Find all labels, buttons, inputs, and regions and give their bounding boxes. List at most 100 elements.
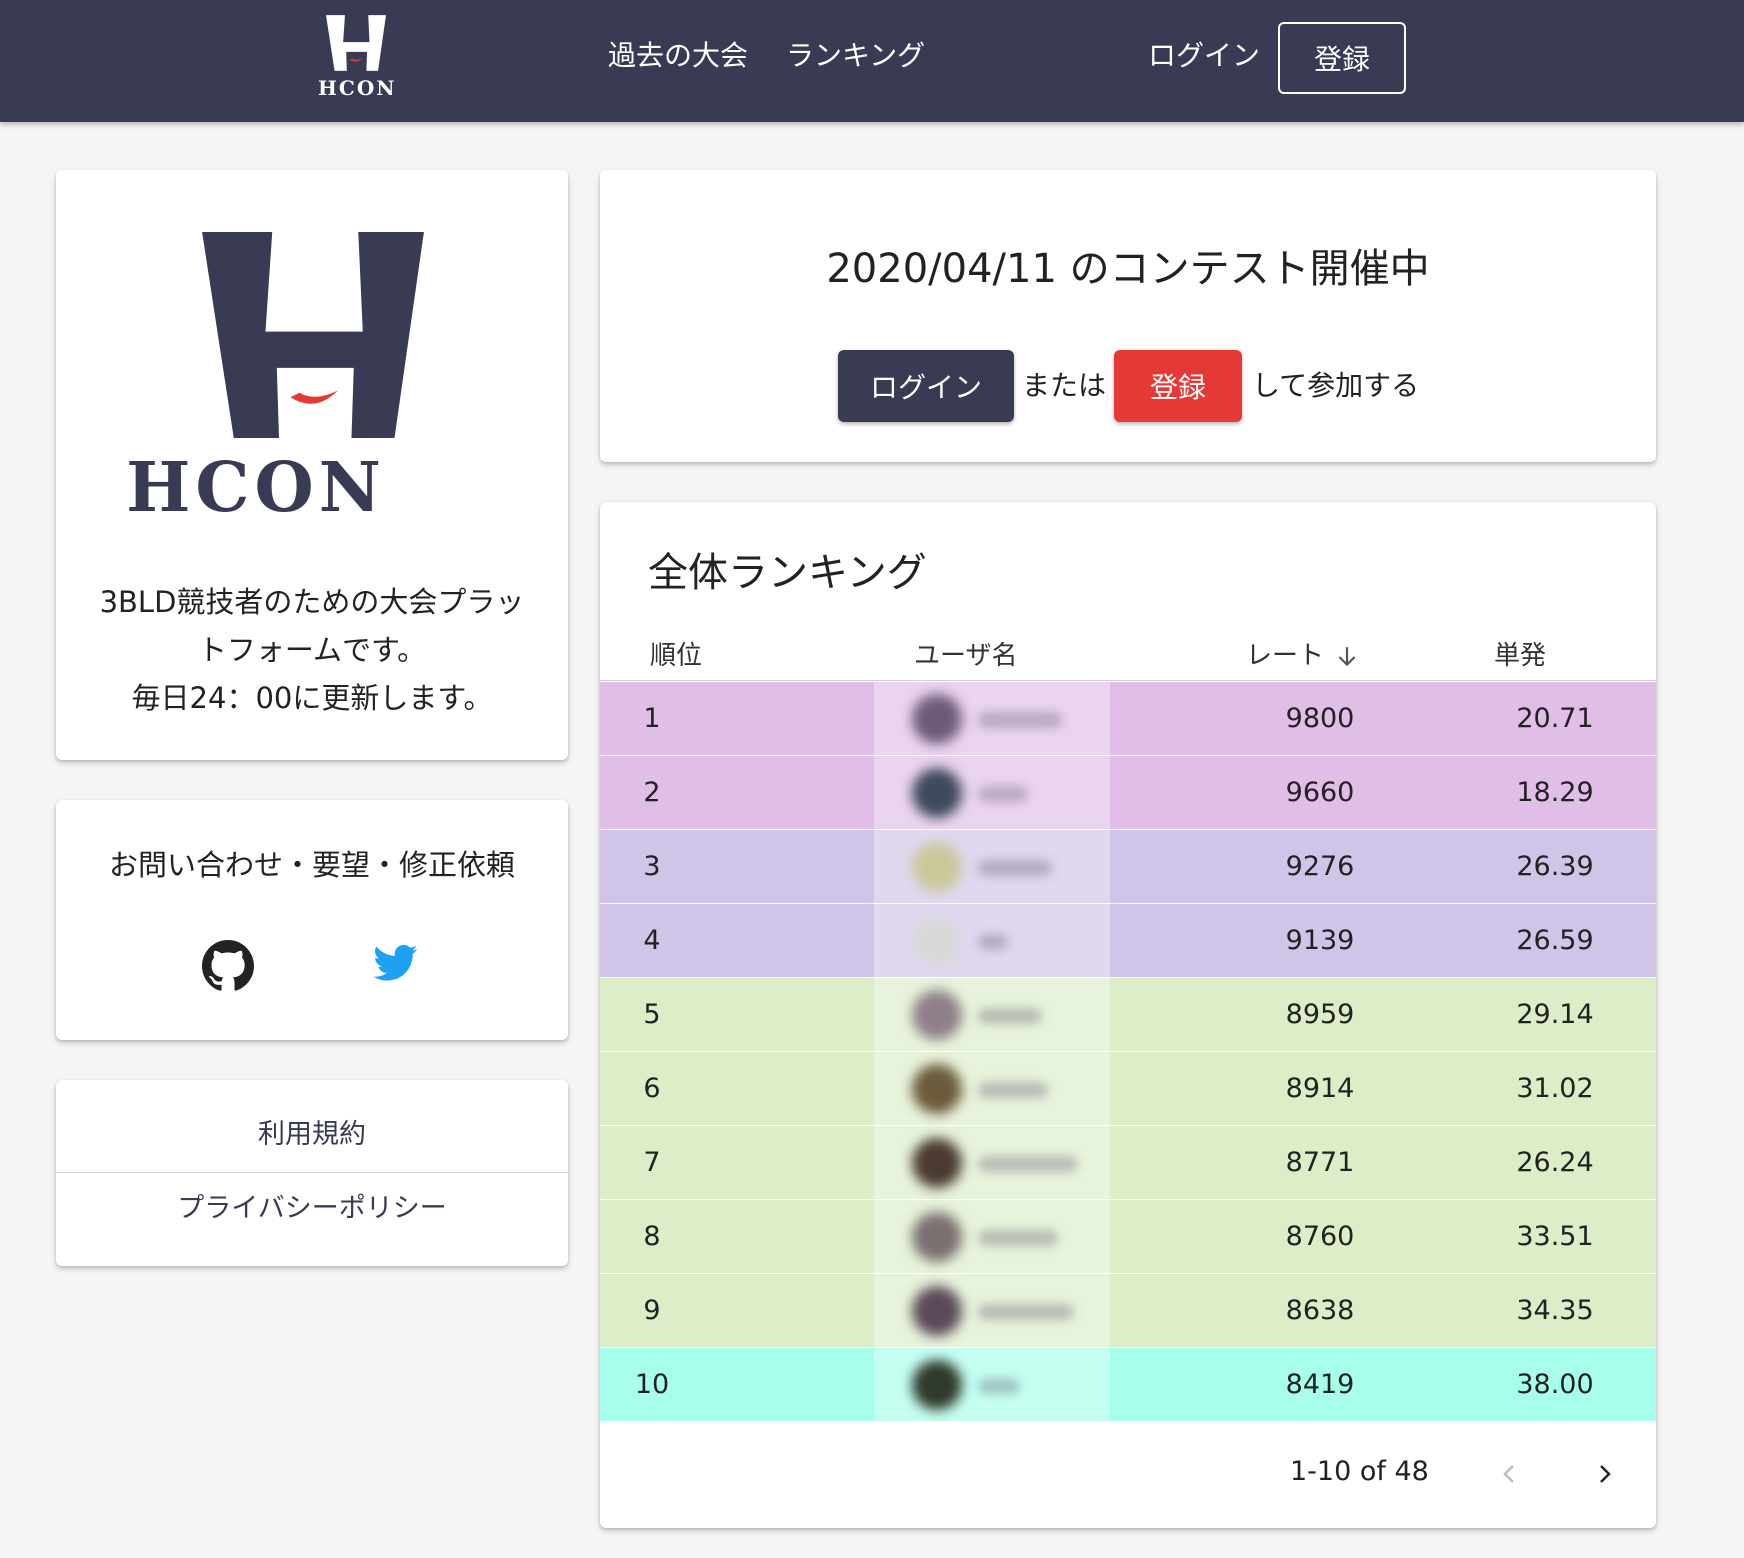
user-cell[interactable]	[874, 756, 1110, 830]
user-cell[interactable]	[874, 1052, 1110, 1126]
table-row[interactable]: 7 8771 26.24	[600, 1126, 1656, 1200]
or-text: または	[1022, 369, 1107, 402]
contest-login-button[interactable]: ログイン	[838, 350, 1014, 422]
user-cell[interactable]	[874, 978, 1110, 1052]
rank-cell: 6	[643, 1073, 661, 1104]
column-header-rate-label: レート	[1246, 641, 1325, 671]
column-header-user[interactable]: ユーザ名	[914, 638, 1017, 674]
single-cell: 26.59	[1516, 925, 1594, 956]
user-cell[interactable]	[874, 1348, 1110, 1422]
blurred-username	[978, 1378, 1020, 1394]
table-row[interactable]: 8 8760 33.51	[600, 1200, 1656, 1274]
table-row[interactable]: 2 9660 18.29	[600, 756, 1656, 830]
rank-cell: 9	[643, 1295, 661, 1326]
avatar	[912, 1064, 962, 1114]
table-row[interactable]: 6 8914 31.02	[600, 1052, 1656, 1126]
table-row[interactable]: 3 9276 26.39	[600, 830, 1656, 904]
rate-cell: 8959	[1285, 999, 1355, 1030]
rate-cell: 8771	[1285, 1147, 1355, 1178]
avatar	[912, 1138, 962, 1188]
nav-logo[interactable]: HCON	[318, 14, 397, 100]
rate-cell: 9800	[1285, 703, 1355, 734]
table-row[interactable]: 1 9800 20.71	[600, 682, 1656, 756]
rate-cell: 9139	[1285, 925, 1355, 956]
rank-cell: 8	[643, 1221, 661, 1252]
contact-card	[56, 800, 568, 1040]
single-cell: 34.35	[1516, 1295, 1594, 1326]
rank-cell: 4	[643, 925, 661, 956]
table-row[interactable]: 5 8959 29.14	[600, 978, 1656, 1052]
blurred-username	[978, 1304, 1074, 1320]
avatar	[912, 694, 962, 744]
single-cell: 18.29	[1516, 777, 1594, 808]
chevron-right-icon[interactable]	[1592, 1460, 1616, 1488]
contest-title: 2020/04/11 のコンテスト開催中	[826, 246, 1430, 292]
hcon-big-logo-icon	[202, 232, 424, 438]
terms-of-service-link[interactable]: 利用規約	[56, 1098, 568, 1172]
avatar	[912, 1286, 962, 1336]
rank-cell: 10	[634, 1369, 670, 1400]
user-cell[interactable]	[874, 1200, 1110, 1274]
nav-login-link[interactable]: ログイン	[1148, 36, 1260, 76]
rank-cell: 5	[643, 999, 661, 1030]
rank-cell: 7	[643, 1147, 661, 1178]
user-cell[interactable]	[874, 1274, 1110, 1348]
twitter-icon[interactable]	[374, 944, 418, 982]
user-cell[interactable]	[874, 682, 1110, 756]
about-description: 3BLD競技者のための大会プラッ トフォームです。 毎日24：00に更新します。	[76, 578, 548, 722]
single-cell: 33.51	[1516, 1221, 1594, 1252]
arrow-down-icon	[1338, 646, 1356, 666]
privacy-policy-link[interactable]: プライバシーポリシー	[56, 1172, 568, 1246]
about-logo-text: HCON	[126, 448, 386, 528]
single-cell: 29.14	[1516, 999, 1594, 1030]
about-description-line: 毎日24：00に更新します。	[131, 681, 493, 715]
avatar	[912, 768, 962, 818]
user-cell[interactable]	[874, 830, 1110, 904]
rate-cell: 8419	[1285, 1369, 1355, 1400]
blurred-username	[978, 786, 1028, 802]
single-cell: 38.00	[1516, 1369, 1594, 1400]
rank-cell: 3	[643, 851, 661, 882]
hcon-logo-icon	[326, 15, 386, 71]
blurred-username	[978, 934, 1008, 950]
avatar	[912, 1360, 962, 1410]
avatar	[912, 916, 962, 966]
about-description-line: 3BLD競技者のための大会プラッ	[99, 585, 525, 619]
rank-cell: 1	[643, 703, 661, 734]
user-cell[interactable]	[874, 904, 1110, 978]
column-header-rate[interactable]: レート	[1246, 638, 1360, 674]
avatar	[912, 990, 962, 1040]
table-row[interactable]: 10 8419 38.00	[600, 1348, 1656, 1422]
nav-register-button[interactable]: 登録	[1278, 22, 1406, 94]
rank-cell: 2	[643, 777, 661, 808]
about-description-line: トフォームです。	[197, 633, 427, 667]
column-header-rank[interactable]: 順位	[650, 638, 702, 674]
single-cell: 31.02	[1516, 1073, 1594, 1104]
join-text: して参加する	[1252, 369, 1420, 402]
contest-register-button[interactable]: 登録	[1114, 350, 1242, 422]
nav-past-contests-link[interactable]: 過去の大会	[608, 36, 748, 76]
nav-ranking-link[interactable]: ランキング	[786, 36, 925, 76]
blurred-username	[978, 1230, 1058, 1246]
ranking-title: 全体ランキング	[648, 550, 927, 596]
table-row[interactable]: 9 8638 34.35	[600, 1274, 1656, 1348]
blurred-username	[978, 1156, 1078, 1172]
single-cell: 26.24	[1516, 1147, 1594, 1178]
rate-cell: 8760	[1285, 1221, 1355, 1252]
table-row[interactable]: 4 9139 26.59	[600, 904, 1656, 978]
blurred-username	[978, 860, 1052, 876]
column-header-single[interactable]: 単発	[1494, 638, 1546, 674]
user-cell[interactable]	[874, 1126, 1110, 1200]
avatar	[912, 1212, 962, 1262]
rate-cell: 9276	[1285, 851, 1355, 882]
table-header-divider	[600, 680, 1656, 681]
chevron-left-icon[interactable]	[1498, 1460, 1522, 1488]
nav-logo-text: HCON	[318, 76, 397, 100]
contact-title: お問い合わせ・要望・修正依頼	[108, 848, 515, 882]
blurred-username	[978, 712, 1062, 728]
pagination-text: 1-10 of 48	[1290, 1456, 1429, 1487]
github-icon[interactable]	[202, 940, 254, 992]
avatar	[912, 842, 962, 892]
rate-cell: 8914	[1285, 1073, 1355, 1104]
rate-cell: 9660	[1285, 777, 1355, 808]
